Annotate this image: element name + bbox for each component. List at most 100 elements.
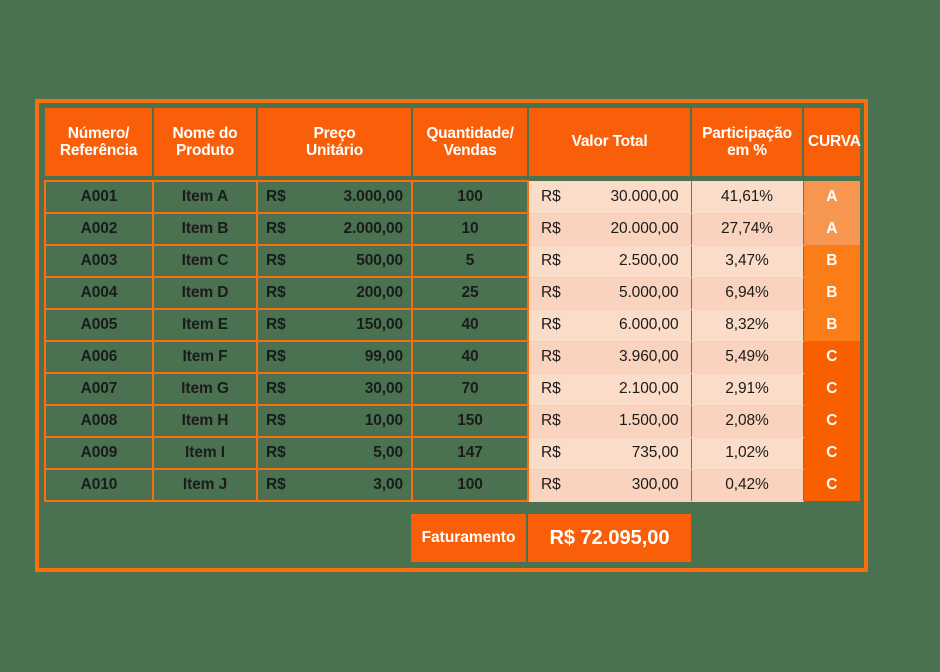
cell-reference: A004 xyxy=(44,276,154,310)
total-value-currency: R$ xyxy=(541,252,561,269)
table-row: A008 Item H R$ 10,00 150 R$ 1.500,00 2,08% C xyxy=(44,404,860,438)
unit-price-amount: 5,00 xyxy=(373,444,403,461)
cell-total-value: R$ 3.960,00 xyxy=(528,341,691,374)
cell-total-value: R$ 30.000,00 xyxy=(528,181,691,214)
cell-quantity: 5 xyxy=(411,244,529,278)
unit-price-currency: R$ xyxy=(266,412,286,429)
cell-share-percent: 2,91% xyxy=(690,373,803,406)
column-header-curve: CURVA xyxy=(802,108,861,176)
total-value-amount: 3.960,00 xyxy=(618,348,679,365)
column-header-reference-line2: Referência xyxy=(59,142,138,159)
revenue-label: Faturamento xyxy=(411,514,528,562)
cell-unit-price: R$ 150,00 xyxy=(256,308,413,342)
unit-price-currency: R$ xyxy=(266,316,286,333)
unit-price-currency: R$ xyxy=(266,284,286,301)
revenue-value: R$ 72.095,00 xyxy=(528,514,691,562)
cell-product-name: Item G xyxy=(152,372,258,406)
cell-share-percent: 0,42% xyxy=(690,469,803,502)
table-row: A003 Item C R$ 500,00 5 R$ 2.500,00 3,47% B xyxy=(44,244,860,278)
screenshot-root: Número/ Referência Nome do Produto Preço… xyxy=(0,0,940,672)
cell-curve-class: B xyxy=(802,309,860,341)
unit-price-amount: 500,00 xyxy=(356,252,403,269)
cell-share-percent: 41,61% xyxy=(690,181,803,214)
table-row: A006 Item F R$ 99,00 40 R$ 3.960,00 5,49% C xyxy=(44,340,860,374)
cell-quantity: 100 xyxy=(411,468,529,502)
cell-product-name: Item J xyxy=(152,468,258,502)
total-value-amount: 735,00 xyxy=(631,444,679,461)
total-value-amount: 30.000,00 xyxy=(610,187,679,205)
cell-reference: A001 xyxy=(44,180,154,214)
column-header-share-percent: Participação em % xyxy=(690,108,803,176)
column-header-quantity-line1: Quantidade/ xyxy=(426,124,514,142)
cell-share-percent: 27,74% xyxy=(690,213,803,246)
unit-price-currency: R$ xyxy=(266,188,286,205)
table-row: A010 Item J R$ 3,00 100 R$ 300,00 0,42% C xyxy=(44,468,860,502)
cell-unit-price: R$ 2.000,00 xyxy=(256,212,413,246)
unit-price-amount: 10,00 xyxy=(364,412,403,429)
cell-unit-price: R$ 30,00 xyxy=(256,372,413,406)
cell-quantity: 40 xyxy=(411,308,529,342)
cell-reference: A009 xyxy=(44,436,154,470)
column-header-quantity: Quantidade/ Vendas xyxy=(411,108,528,176)
total-value-amount: 6.000,00 xyxy=(618,316,679,333)
table-row: A002 Item B R$ 2.000,00 10 R$ 20.000,00 27,74% A xyxy=(44,212,860,246)
cell-total-value: R$ 300,00 xyxy=(528,469,691,502)
column-header-reference-line1: Número/ xyxy=(67,124,130,142)
cell-curve-class: B xyxy=(802,245,860,277)
table-row: A007 Item G R$ 30,00 70 R$ 2.100,00 2,91% C xyxy=(44,372,860,406)
cell-reference: A005 xyxy=(44,308,154,342)
cell-reference: A006 xyxy=(44,340,154,374)
table-body: A001 Item A R$ 3.000,00 100 R$ 30.000,00 41,61%… xyxy=(44,176,860,502)
table-row: A001 Item A R$ 3.000,00 100 R$ 30.000,00 41,61%… xyxy=(44,180,860,214)
cell-curve-class: B xyxy=(802,277,860,309)
cell-curve-class: C xyxy=(802,405,860,437)
cell-share-percent: 8,32% xyxy=(690,309,803,342)
cell-product-name: Item D xyxy=(152,276,258,310)
table-header: Número/ Referência Nome do Produto Preço… xyxy=(45,108,861,176)
unit-price-currency: R$ xyxy=(266,220,286,237)
total-value-currency: R$ xyxy=(541,412,561,429)
cell-reference: A003 xyxy=(44,244,154,278)
cell-reference: A008 xyxy=(44,404,154,438)
cell-total-value: R$ 20.000,00 xyxy=(528,213,691,246)
abc-curve-table-container: Número/ Referência Nome do Produto Preço… xyxy=(44,108,861,502)
cell-curve-class: A xyxy=(802,213,860,245)
cell-total-value: R$ 2.500,00 xyxy=(528,245,691,278)
column-header-product-name-line1: Nome do xyxy=(172,124,238,142)
unit-price-currency: R$ xyxy=(266,380,286,397)
column-header-unit-price-line2: Unitário xyxy=(306,142,363,159)
cell-product-name: Item F xyxy=(152,340,258,374)
revenue-footer: Faturamento R$ 72.095,00 xyxy=(411,514,691,562)
cell-total-value: R$ 1.500,00 xyxy=(528,405,691,438)
cell-total-value: R$ 5.000,00 xyxy=(528,277,691,310)
unit-price-currency: R$ xyxy=(266,348,286,365)
unit-price-amount: 3.000,00 xyxy=(343,188,403,205)
cell-quantity: 150 xyxy=(411,404,529,438)
cell-total-value: R$ 735,00 xyxy=(528,437,691,470)
total-value-amount: 20.000,00 xyxy=(610,220,679,237)
cell-quantity: 100 xyxy=(411,180,529,214)
cell-total-value: R$ 6.000,00 xyxy=(528,309,691,342)
cell-unit-price: R$ 99,00 xyxy=(256,340,413,374)
unit-price-amount: 2.000,00 xyxy=(343,220,403,237)
cell-share-percent: 1,02% xyxy=(690,437,803,470)
unit-price-amount: 99,00 xyxy=(364,348,403,365)
unit-price-currency: R$ xyxy=(266,444,286,461)
total-value-currency: R$ xyxy=(541,476,561,493)
cell-product-name: Item C xyxy=(152,244,258,278)
column-header-product-name: Nome do Produto xyxy=(152,108,257,176)
cell-unit-price: R$ 500,00 xyxy=(256,244,413,278)
column-header-product-name-line2: Produto xyxy=(175,142,234,159)
cell-reference: A007 xyxy=(44,372,154,406)
total-value-currency: R$ xyxy=(541,316,561,333)
cell-share-percent: 2,08% xyxy=(690,405,803,438)
cell-quantity: 10 xyxy=(411,212,529,246)
total-value-currency: R$ xyxy=(541,187,561,205)
column-header-unit-price: Preço Unitário xyxy=(256,108,412,176)
column-header-share-percent-line2: em % xyxy=(727,142,767,159)
column-header-quantity-line2: Vendas xyxy=(443,142,497,159)
table-row: A009 Item I R$ 5,00 147 R$ 735,00 1,02% C xyxy=(44,436,860,470)
total-value-currency: R$ xyxy=(541,284,561,301)
header-row: Número/ Referência Nome do Produto Preço… xyxy=(45,108,861,176)
column-header-share-percent-line1: Participação xyxy=(702,124,792,142)
